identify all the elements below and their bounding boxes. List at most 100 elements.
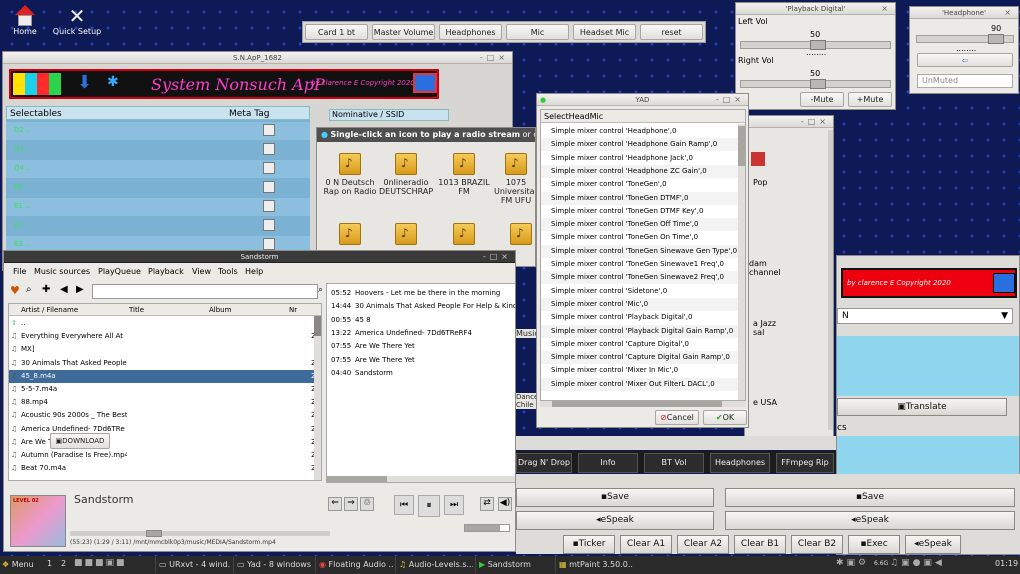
vertical-scrollbar[interactable]: [314, 316, 321, 480]
espeak-button-right[interactable]: ◂eSpeak: [725, 511, 1015, 530]
list-item[interactable]: Simple mixer control 'Mixer In Mic',0: [541, 364, 745, 377]
info-button[interactable]: Info: [578, 453, 638, 473]
quick-launch-icons[interactable]: ■■■▣■: [74, 558, 127, 568]
prev-arrow-icon[interactable]: ⇐: [328, 497, 342, 511]
download-button[interactable]: ▣DOWNLOAD: [50, 433, 110, 449]
list-item[interactable]: D4 ..: [6, 160, 310, 178]
menu-music-sources[interactable]: Music sources: [34, 267, 90, 276]
file-row[interactable]: ♫Autumn (Paradise Is Free).mp42: [9, 449, 321, 462]
file-row[interactable]: ♫30 Animals That Asked People2: [9, 357, 321, 370]
window-controls[interactable]: -□×: [480, 52, 509, 64]
file-row[interactable]: ♫45_8.m4a2: [9, 369, 321, 383]
headset-mic-button[interactable]: Headset Mic: [573, 24, 636, 40]
list-item[interactable]: Simple mixer control 'ToneGen DTMF',0: [541, 191, 745, 205]
edit-icon[interactable]: [263, 181, 275, 193]
search-input[interactable]: [92, 284, 318, 299]
headphone-knob[interactable]: [988, 34, 1004, 44]
col-nr[interactable]: Nr: [289, 306, 297, 314]
recycle-icon[interactable]: ♲: [360, 497, 374, 511]
skip-forward-icon[interactable]: ⏭: [444, 495, 464, 515]
list-item[interactable]: Simple mixer control 'ToneGen On Time',0: [541, 231, 745, 244]
drag-drop-button[interactable]: Drag N' Drop: [516, 453, 572, 473]
quick-setup-desktop-icon[interactable]: ✕ Quick Setup: [42, 5, 112, 36]
workspace-1[interactable]: 1: [47, 559, 52, 568]
list-item[interactable]: Simple mixer control 'ToneGen',0: [541, 178, 745, 191]
unmute-button[interactable]: +Mute: [848, 92, 892, 107]
col-title[interactable]: Title: [129, 306, 144, 314]
file-row[interactable]: ♫ MX]: [9, 343, 321, 356]
task-yad[interactable]: ▭ Yad - 8 windows: [233, 557, 313, 573]
list-item[interactable]: E2 ..: [6, 217, 310, 235]
station-icon[interactable]: [379, 223, 433, 248]
workspace-2[interactable]: 2: [61, 559, 66, 568]
list-item[interactable]: Simple mixer control 'ToneGen DTMF Key',…: [541, 205, 745, 218]
window-controls[interactable]: ×: [881, 3, 892, 15]
task-audio-levels[interactable]: ♫ Audio-Levels.s...: [395, 557, 473, 573]
clear-a1-button[interactable]: Clear A1: [620, 535, 672, 554]
add-icon[interactable]: ✚: [42, 284, 50, 295]
menu-help[interactable]: Help: [245, 267, 263, 276]
espeak-button-small[interactable]: ◂eSpeak: [905, 535, 961, 554]
window-controls[interactable]: -□×: [483, 251, 512, 263]
file-row[interactable]: ♫Acoustic 90s 2000s _ The Best2: [9, 409, 321, 422]
menu-file[interactable]: File: [13, 267, 26, 276]
headphones-button[interactable]: Headphones: [439, 24, 502, 40]
tray-icons-2[interactable]: ♫▣●▣◀: [890, 558, 945, 568]
file-row[interactable]: ⇧..: [9, 317, 321, 330]
ticker-button[interactable]: ▪Ticker: [563, 535, 615, 554]
queue-item[interactable]: 07:55 Are We There Yet: [327, 354, 515, 367]
file-row[interactable]: ♫5-5-7.m4a2: [9, 383, 321, 396]
list-item[interactable]: Simple mixer control 'ToneGen Sinewave1 …: [541, 258, 745, 271]
edit-icon[interactable]: [263, 200, 275, 212]
list-item[interactable]: Simple mixer control 'ToneGen Sinewave G…: [541, 244, 745, 258]
volume-slider[interactable]: [464, 524, 510, 532]
list-item[interactable]: Simple mixer control 'Headphone',0: [541, 125, 745, 138]
list-item[interactable]: Simple mixer control 'Capture Digital Ga…: [541, 351, 745, 365]
file-row[interactable]: ♫88.mp42: [9, 396, 321, 409]
back-arrow-icon[interactable]: ◀: [60, 284, 68, 295]
skip-back-icon[interactable]: ⏮: [394, 495, 414, 515]
edit-icon[interactable]: [263, 124, 275, 136]
scroll-thumb[interactable]: [552, 401, 722, 407]
next-arrow-icon[interactable]: ⇒: [344, 497, 358, 511]
list-item[interactable]: Simple mixer control 'ToneGen Sinewave2 …: [541, 271, 745, 285]
save-button-left[interactable]: ▪Save: [516, 488, 714, 507]
menu-playqueue[interactable]: PlayQueue: [98, 267, 141, 276]
station-icon[interactable]: 1075 Universitaria FM UFU: [494, 153, 535, 205]
right-vol-slider[interactable]: [740, 79, 891, 89]
edit-icon[interactable]: [263, 143, 275, 155]
search-icon[interactable]: ⌕: [318, 285, 323, 295]
headphone-slider[interactable]: [916, 34, 1014, 44]
file-row[interactable]: ♫Beat 70.m4a2: [9, 462, 321, 475]
col-artist[interactable]: Artist / Filename: [21, 306, 78, 314]
repeat-icon[interactable]: ⇄: [480, 497, 494, 511]
seek-bar[interactable]: [70, 530, 330, 537]
bt-vol-button[interactable]: BT Vol: [644, 453, 704, 473]
horizontal-scrollbar[interactable]: [327, 476, 515, 482]
station-icon[interactable]: 0nlineradio DEUTSCHRAP: [379, 153, 433, 196]
reset-button[interactable]: reset: [640, 24, 703, 40]
window-controls[interactable]: -□×: [801, 116, 830, 128]
espeak-button-left[interactable]: ◂eSpeak: [516, 511, 714, 530]
queue-item[interactable]: 00:55 45 8: [327, 314, 515, 327]
file-row[interactable]: ♫Everything Everywhere All At2: [9, 330, 321, 343]
list-item[interactable]: D2 ..: [6, 122, 310, 140]
list-item[interactable]: Simple mixer control 'Playback Digital',…: [541, 311, 745, 324]
nominative-field[interactable]: Nominative / SSID: [329, 109, 449, 121]
exec-button[interactable]: ▪Exec: [848, 535, 900, 554]
list-item[interactable]: Simple mixer control 'Playback Digital G…: [541, 324, 745, 338]
station-icon[interactable]: 1013 BRAZIL FM: [437, 153, 491, 196]
list-item[interactable]: Simple mixer control 'Mixer Out FilterL …: [541, 377, 745, 391]
list-item[interactable]: Simple mixer control 'Capture Digital',0: [541, 338, 745, 351]
task-urxvt[interactable]: ▭ URxvt - 4 wind...: [155, 557, 231, 573]
ffmpeg-rip-button[interactable]: FFmpeg Rip: [776, 453, 834, 473]
scroll-thumb[interactable]: [738, 126, 745, 166]
list-item[interactable]: Simple mixer control 'Headphone ZC Gain'…: [541, 164, 745, 178]
right-vol-knob[interactable]: [810, 79, 826, 89]
station-icon[interactable]: [494, 223, 535, 248]
headphone-toggle-button[interactable]: ⇦: [917, 53, 1013, 67]
cancel-button[interactable]: ⊘Cancel: [655, 410, 699, 425]
translate-button[interactable]: ▣Translate: [837, 398, 1007, 416]
list-item[interactable]: Simple mixer control 'Headphone Jack',0: [541, 152, 745, 165]
task-mtpaint[interactable]: ▦ mtPaint 3.50.0...: [555, 557, 633, 573]
